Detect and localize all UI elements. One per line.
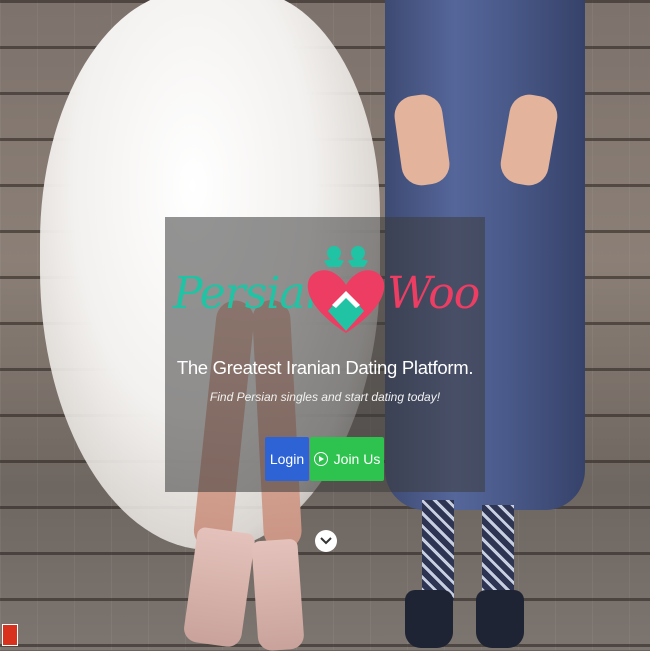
badge-icon[interactable] — [2, 624, 18, 646]
groom-sock-left — [422, 500, 454, 600]
logo-word-woo: Woo — [387, 268, 480, 319]
play-circle-icon — [313, 452, 328, 466]
groom-shoe-left — [405, 590, 453, 648]
chevron-down-icon — [320, 537, 332, 545]
groom-shoe-right — [476, 590, 524, 648]
hero-panel: Persian Woo The Greatest Iranian Dating … — [165, 217, 485, 492]
scroll-down-button[interactable] — [315, 530, 337, 552]
login-button[interactable]: Login — [265, 437, 309, 481]
join-us-button[interactable]: Join Us — [310, 437, 384, 481]
site-logo[interactable]: Persian Woo — [165, 237, 485, 347]
couple-heart-logo-icon — [307, 246, 385, 333]
login-button-label: Login — [269, 451, 305, 467]
groom-sock-right — [482, 505, 514, 600]
tagline: The Greatest Iranian Dating Platform. — [176, 357, 474, 378]
bride-shoe-right — [251, 538, 305, 651]
join-us-button-label: Join Us — [333, 451, 381, 467]
subtagline: Find Persian singles and start dating to… — [209, 390, 441, 404]
